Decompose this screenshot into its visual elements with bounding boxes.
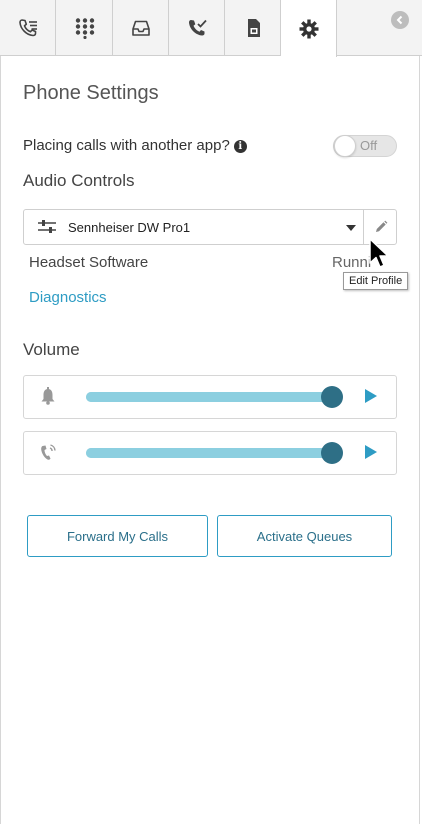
call-list-icon	[18, 19, 37, 37]
toggle-label: Off	[360, 138, 378, 153]
ringer-volume-row	[23, 375, 397, 419]
chevron-down-icon	[346, 225, 356, 231]
slider-fill	[86, 392, 332, 402]
volume-heading: Volume	[23, 340, 80, 359]
bell-icon	[41, 387, 55, 405]
dialpad-icon	[75, 18, 94, 39]
inbox-icon	[131, 20, 150, 36]
tab-dialpad[interactable]	[57, 0, 113, 56]
device-dropdown[interactable]: Sennheiser DW Pro1	[24, 210, 364, 244]
activate-queues-button[interactable]: Activate Queues	[217, 515, 392, 557]
placing-calls-label: Placing calls with another app? i	[23, 137, 247, 154]
device-name: Sennheiser DW Pro1	[68, 220, 191, 235]
tab-sim-card[interactable]	[225, 0, 281, 56]
tab-inbox[interactable]	[113, 0, 169, 56]
forward-my-calls-button[interactable]: Forward My Calls	[27, 515, 208, 557]
placing-calls-toggle[interactable]: Off	[333, 135, 397, 157]
speaker-volume-row	[23, 431, 397, 475]
tab-bar	[0, 0, 422, 57]
headset-software-status: Running	[332, 254, 372, 271]
chevron-left-icon	[396, 15, 403, 25]
mouse-cursor-icon	[369, 238, 389, 268]
play-test-ringer-button[interactable]	[365, 389, 377, 403]
tab-call-check[interactable]	[169, 0, 225, 56]
page-title: Phone Settings	[23, 82, 159, 104]
speaker-volume-slider[interactable]	[86, 442, 343, 464]
edit-profile-tooltip: Edit Profile	[343, 272, 409, 290]
diagnostics-link[interactable]: Diagnostics	[29, 289, 107, 306]
sliders-icon	[38, 220, 56, 233]
headset-software-label: Headset Software	[29, 254, 149, 271]
pencil-icon	[375, 220, 387, 232]
phone-volume-icon	[41, 444, 56, 460]
slider-knob[interactable]	[320, 442, 343, 464]
audio-controls-heading: Audio Controls	[23, 171, 135, 190]
ringer-volume-slider[interactable]	[86, 386, 343, 408]
play-test-speaker-button[interactable]	[365, 445, 377, 459]
toggle-knob	[334, 135, 356, 157]
device-select: Sennheiser DW Pro1	[23, 209, 397, 245]
info-icon[interactable]: i	[233, 140, 247, 153]
tab-settings[interactable]	[281, 0, 337, 57]
gear-icon	[299, 19, 318, 38]
slider-fill	[86, 448, 332, 458]
slider-knob[interactable]	[320, 386, 343, 408]
collapse-panel-button[interactable]	[391, 11, 409, 29]
sim-card-icon	[247, 19, 260, 37]
call-check-icon	[188, 19, 207, 36]
tab-call-list[interactable]	[0, 0, 56, 56]
